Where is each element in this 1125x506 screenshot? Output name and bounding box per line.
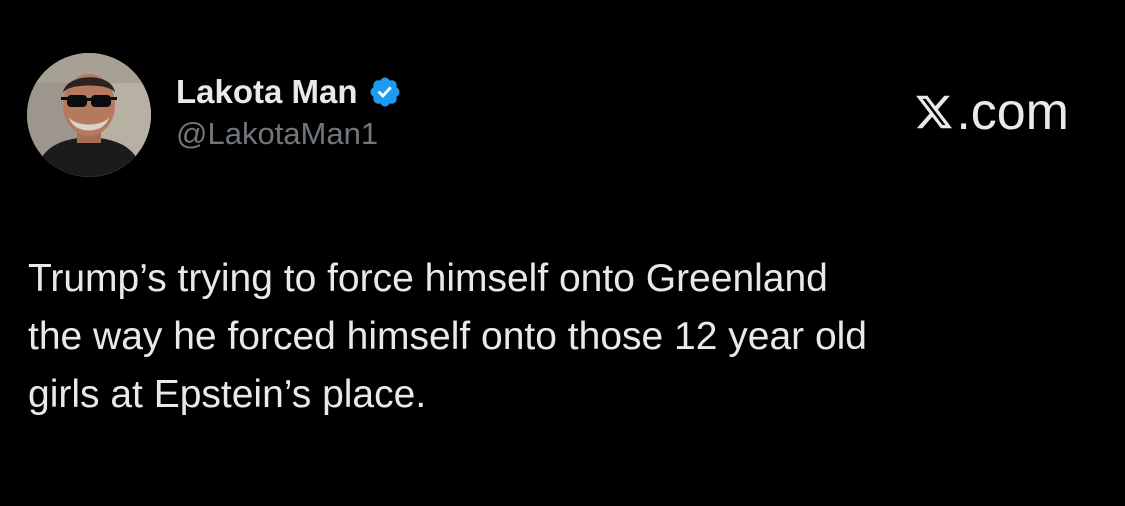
tweet-text: Trump’s trying to force himself onto Gre… (28, 250, 1088, 424)
avatar[interactable] (27, 53, 151, 177)
tweet-line: girls at Epstein’s place. (28, 373, 427, 416)
tweet-line: the way he forced himself onto those 12 … (28, 315, 867, 358)
avatar-photo (27, 53, 151, 177)
x-logo-icon (914, 92, 954, 132)
author-block: Lakota Man @LakotaMan1 (176, 72, 402, 154)
tweet-line: Trump’s trying to force himself onto Gre… (28, 257, 828, 300)
name-row: Lakota Man (176, 72, 402, 112)
site-watermark: .com (914, 82, 1069, 142)
display-name[interactable]: Lakota Man (176, 72, 358, 112)
tweet-card: Lakota Man @LakotaMan1 .com Trump’s tryi… (0, 0, 1125, 506)
site-label: .com (956, 83, 1069, 141)
user-handle[interactable]: @LakotaMan1 (176, 114, 402, 154)
verified-badge-icon (368, 75, 402, 109)
